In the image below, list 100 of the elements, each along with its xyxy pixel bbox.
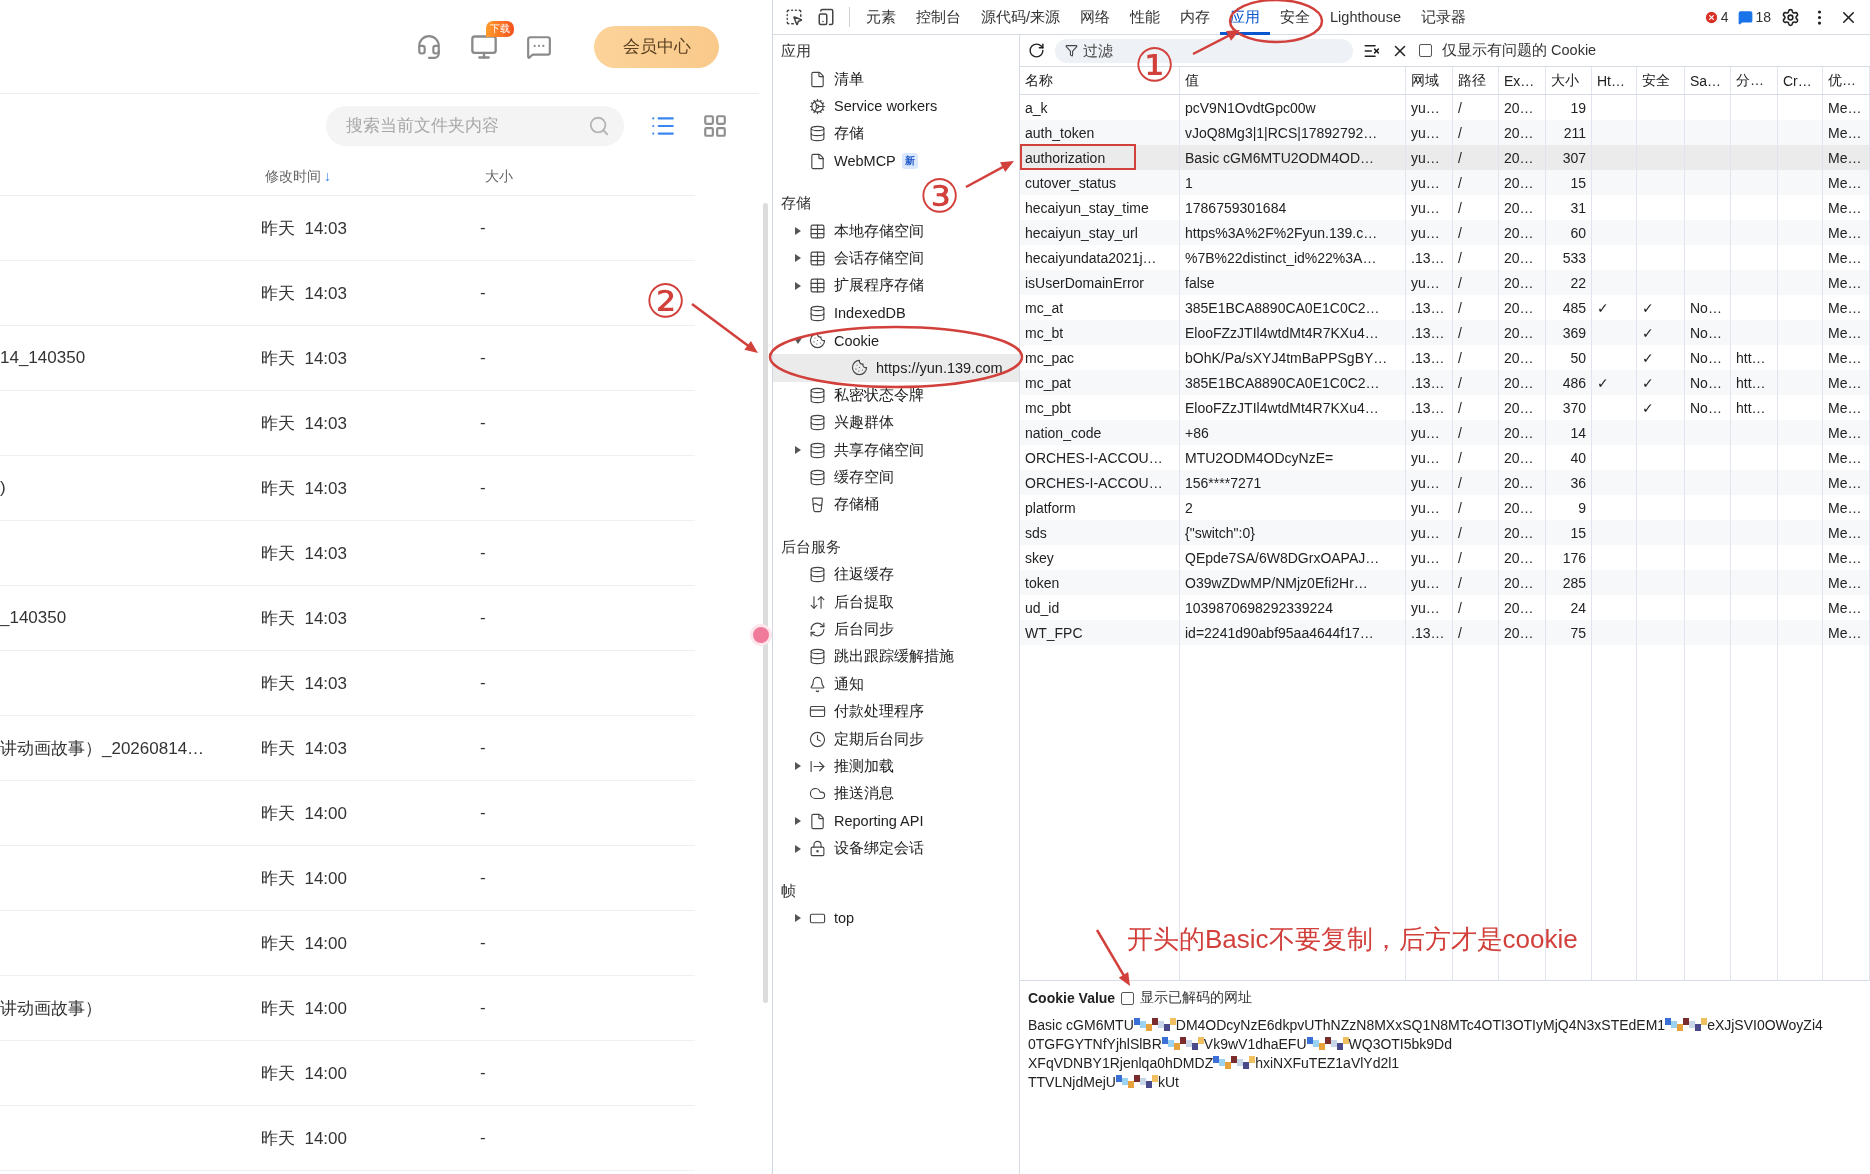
column-header[interactable]: 安全: [1637, 67, 1685, 94]
sidebar-item[interactable]: 扩展程序存储: [773, 272, 1019, 300]
collapse-arrow-icon[interactable]: [794, 336, 802, 345]
sidebar-item[interactable]: 会话存储空间: [773, 244, 1019, 273]
sidebar-item[interactable]: 定期后台同步: [773, 725, 1019, 753]
sidebar-item[interactable]: 跳出跟踪缓解措施: [773, 643, 1019, 671]
expand-arrow-icon[interactable]: [794, 914, 802, 923]
sidebar-item[interactable]: https://yun.139.com: [773, 354, 1019, 382]
monitor-icon[interactable]: [470, 32, 498, 61]
cookie-row[interactable]: token O39wZDwMP/NMjz0Efi2Hr… yu… / 20… 285 Me…: [1020, 570, 1870, 595]
column-header[interactable]: 路径: [1453, 67, 1499, 94]
sidebar-item[interactable]: 推测加载: [773, 752, 1019, 781]
file-name[interactable]: _140350: [0, 608, 67, 628]
devtools-tab[interactable]: 内存: [1170, 0, 1221, 35]
cookie-row[interactable]: mc_pat 385E1BCA8890CA0E1C0C2… .13… / 20… 486 ✓ ✓ No… htt… Me…: [1020, 370, 1870, 395]
column-header[interactable]: Ht…: [1592, 67, 1637, 94]
sidebar-item[interactable]: 后台同步: [773, 615, 1019, 644]
inspect-icon[interactable]: [785, 8, 803, 26]
sidebar-item[interactable]: 清单: [773, 65, 1019, 93]
scrollbar[interactable]: [763, 203, 768, 1003]
devtools-tab[interactable]: 元素: [856, 0, 906, 35]
column-header[interactable]: 大小: [1546, 67, 1592, 94]
sidebar-item[interactable]: 存储: [773, 120, 1019, 148]
expand-arrow-icon[interactable]: [794, 446, 802, 455]
settings-icon[interactable]: [1781, 7, 1800, 27]
file-name[interactable]: 讲动画故事）_20260814…: [0, 736, 205, 760]
grid-view-icon[interactable]: [702, 113, 728, 139]
cookie-row[interactable]: isUserDomainError false yu… / 20… 22 Me…: [1020, 270, 1870, 295]
sidebar-item[interactable]: Reporting API: [773, 807, 1019, 835]
column-header[interactable]: 优…: [1823, 67, 1870, 94]
expand-arrow-icon[interactable]: [794, 254, 802, 263]
devtools-tab[interactable]: 控制台: [906, 0, 971, 35]
search-field[interactable]: 搜索当前文件夹内容: [326, 106, 624, 146]
sidebar-item[interactable]: 缓存空间: [773, 463, 1019, 492]
sidebar-item[interactable]: IndexedDB: [773, 299, 1019, 327]
cookie-row[interactable]: cutover_status 1 yu… / 20… 15 Me…: [1020, 170, 1870, 195]
sidebar-item[interactable]: Service workers: [773, 92, 1019, 121]
expand-arrow-icon[interactable]: [794, 762, 802, 771]
cookie-row[interactable]: authorization Basic cGM6MTU2ODM4OD… yu… / 20… 307 Me…: [1020, 145, 1870, 170]
devtools-tab[interactable]: 记录器: [1411, 0, 1476, 35]
table-cell: isUserDomainError: [1025, 274, 1145, 291]
file-name[interactable]: 14_140350: [0, 348, 86, 368]
table-cell: Me…: [1828, 224, 1862, 241]
error-count: 4: [1720, 9, 1729, 25]
file-size: -: [480, 478, 486, 498]
file-name[interactable]: 讲动画故事）: [0, 996, 102, 1020]
sidebar-item[interactable]: 私密状态令牌: [773, 381, 1019, 410]
database-icon: [809, 414, 826, 432]
devtools-tab[interactable]: 网络: [1070, 0, 1121, 35]
headset-icon[interactable]: [416, 33, 442, 60]
column-header[interactable]: 网域: [1406, 67, 1453, 94]
cookie-row[interactable]: ORCHES-I-ACCOU… 156****7271 yu… / 20… 36 Me…: [1020, 470, 1870, 495]
expand-arrow-icon[interactable]: [794, 227, 802, 236]
column-header[interactable]: 大小: [485, 167, 513, 186]
column-header[interactable]: Cr…: [1778, 67, 1823, 94]
cookie-row[interactable]: hecaiyun_stay_url https%3A%2F%2Fyun.139.c… yu… / 20… 60 Me…: [1020, 220, 1870, 245]
table-cell: 20…: [1504, 349, 1534, 366]
cookie-row[interactable]: WT_FPC id=2241d90abf95aa4644f17… .13… / 20… 75 Me…: [1020, 620, 1870, 645]
sidebar-item[interactable]: 共享存储空间: [773, 436, 1019, 464]
device-icon[interactable]: [817, 8, 835, 26]
cookie-row[interactable]: nation_code +86 yu… / 20… 14 Me…: [1020, 420, 1870, 445]
cookie-row[interactable]: sds {"switch":0} yu… / 20… 15 Me…: [1020, 520, 1870, 545]
cookie-row[interactable]: auth_token vJoQ8Mg3|1|RCS|17892792… yu… / 20… 211 Me…: [1020, 120, 1870, 145]
floating-button[interactable]: [750, 624, 772, 646]
table-cell: 14: [1570, 424, 1586, 441]
column-header[interactable]: 分…: [1731, 67, 1778, 94]
sidebar-item[interactable]: Cookie: [773, 326, 1019, 355]
message-icon[interactable]: [526, 33, 552, 60]
column-header[interactable]: 值: [1180, 67, 1406, 94]
sidebar-item[interactable]: 设备绑定会话: [773, 834, 1019, 863]
devtools-tab[interactable]: 源代码/来源: [971, 0, 1071, 35]
sidebar-item[interactable]: 后台提取: [773, 588, 1019, 616]
sidebar-item[interactable]: WebMCP 新: [773, 147, 1019, 175]
devtools-tab[interactable]: 性能: [1120, 0, 1171, 35]
table-cell: /: [1458, 374, 1462, 391]
file-name[interactable]: ): [0, 478, 6, 498]
devtools-tab[interactable]: Lighthouse: [1320, 0, 1411, 35]
checkbox[interactable]: [1121, 991, 1135, 1005]
expand-arrow-icon[interactable]: [794, 844, 802, 853]
sidebar-item[interactable]: 付款处理程序: [773, 698, 1019, 726]
mosaic-drawing: [1133, 1017, 1176, 1032]
table-cell: Me…: [1828, 599, 1862, 616]
sidebar-item[interactable]: 兴趣群体: [773, 409, 1019, 437]
member-center-button[interactable]: 会员中心: [594, 25, 719, 68]
sidebar-item[interactable]: 往返缓存: [773, 561, 1019, 589]
checkbox[interactable]: [1419, 44, 1432, 57]
column-header[interactable]: Sa…: [1685, 67, 1731, 94]
column-header[interactable]: 修改时间 ↓: [265, 167, 331, 186]
file-size: -: [480, 933, 486, 953]
expand-arrow-icon[interactable]: [794, 281, 802, 290]
sidebar-item[interactable]: 通知: [773, 670, 1019, 698]
column-header[interactable]: Ex…: [1499, 67, 1546, 94]
sidebar-item[interactable]: top: [773, 904, 1019, 933]
refresh-icon[interactable]: [1028, 42, 1045, 59]
sidebar-item[interactable]: 本地存储空间: [773, 217, 1019, 245]
cookie-row[interactable]: mc_bt ElooFZzJTIl4wtdMt4R7KXu4… .13… / 20… 369 ✓ No… Me…: [1020, 320, 1870, 345]
expand-arrow-icon[interactable]: [794, 817, 802, 826]
sidebar-item[interactable]: 存储桶: [773, 491, 1019, 519]
sidebar-item[interactable]: 推送消息: [773, 780, 1019, 808]
devtools-tab[interactable]: 安全: [1270, 0, 1321, 35]
